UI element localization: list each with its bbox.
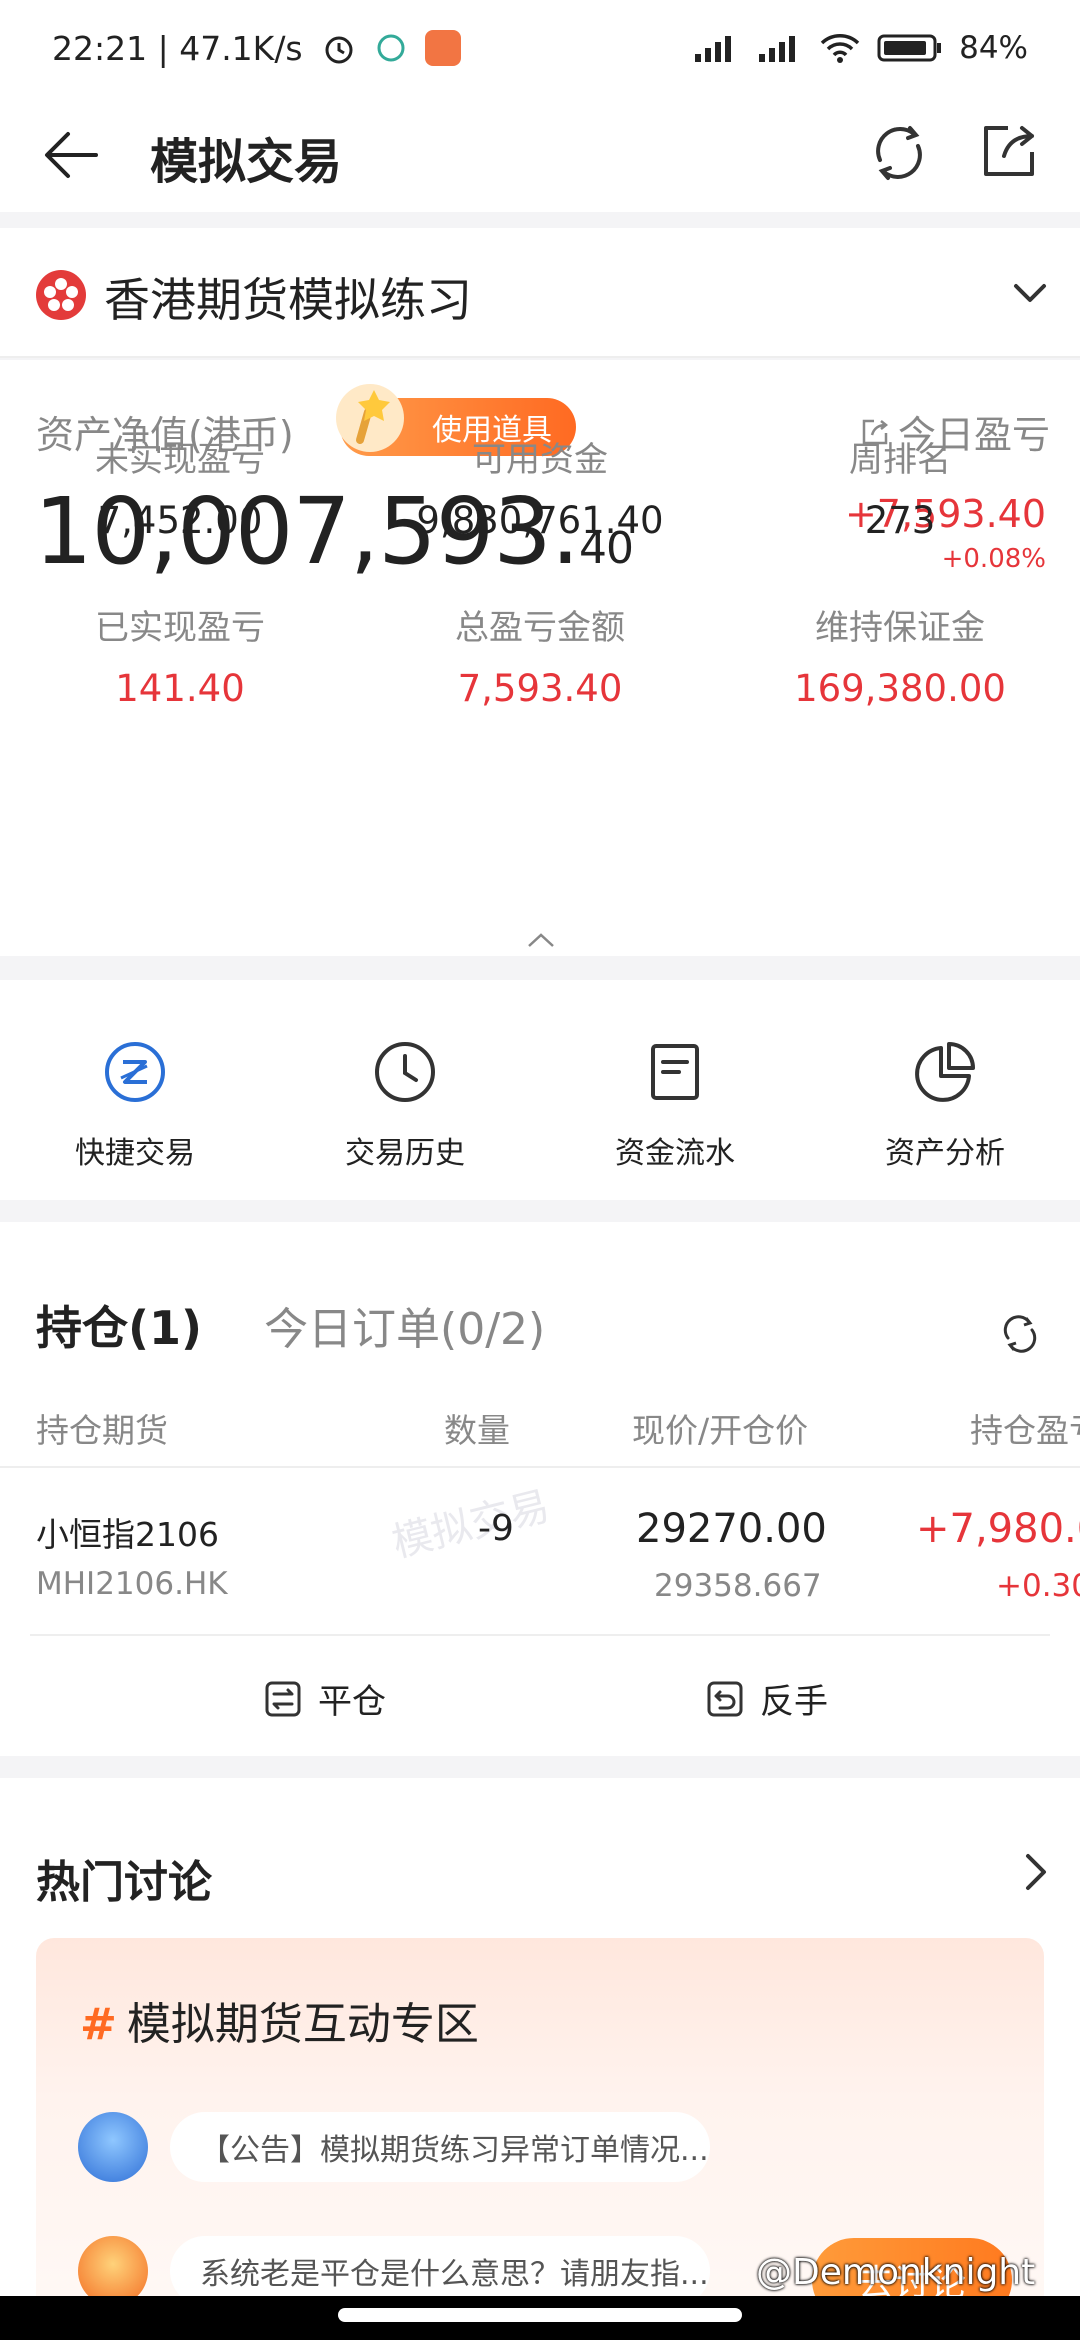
col-header-pnl: 持仓盈亏 <box>970 1411 1080 1450</box>
stat-value: 7,452.00 <box>97 499 263 542</box>
share-icon[interactable] <box>978 120 1040 182</box>
col-header-price: 现价/开仓价 <box>632 1411 809 1450</box>
weibo-watermark: @Demonknight <box>756 2252 1036 2293</box>
col-header-qty: 数量 <box>444 1411 510 1450</box>
alarm-icon <box>325 36 353 64</box>
stat-value: 273 <box>864 499 936 542</box>
account-selector[interactable]: 香港期货模拟练习 <box>0 228 1080 358</box>
hong-kong-flag-icon <box>36 270 86 320</box>
stat-value: 141.40 <box>115 667 245 710</box>
current-price: 29270.00 <box>636 1506 827 1552</box>
stat-weekly-rank-cell[interactable]: 周排名 273 <box>720 432 1080 542</box>
stat-value: 9,830,761.40 <box>416 499 664 542</box>
stat-available-funds-cell: 可用资金 9,830,761.40 <box>360 432 720 542</box>
positions-panel: 持仓(1) 今日订单(0/2) 持仓期货 数量 现价/开仓价 持仓盈亏 模拟交易… <box>0 1222 1080 1756</box>
stat-maintenance-margin-cell: 维持保证金 169,380.00 <box>720 600 1080 710</box>
stat-realized-pnl-cell: 已实现盈亏 141.40 <box>0 600 360 710</box>
position-pnl-percent: +0.30 <box>996 1568 1080 1604</box>
card-title-text: 模拟期货互动专区 <box>126 1999 479 2050</box>
stat-label: 已实现盈亏 <box>95 608 265 648</box>
card-title: # 模拟期货互动专区 <box>80 1988 479 2052</box>
fund-flow-button[interactable]: 资金流水 <box>540 1040 810 1172</box>
stat-total-pnl-cell: 总盈亏金额 7,593.40 <box>360 600 720 710</box>
close-position-button[interactable]: 平仓 <box>264 1674 386 1723</box>
asset-analysis-button[interactable]: 资产分析 <box>810 1040 1080 1172</box>
future-name: 小恒指2106 <box>36 1515 219 1554</box>
chevron-down-icon[interactable] <box>1010 272 1050 312</box>
status-time-speed: 22:21 | 47.1K/s <box>52 28 303 68</box>
refresh-icon[interactable] <box>1000 1314 1040 1354</box>
section-title: 热门讨论 <box>36 1857 212 1908</box>
hot-discussions: 热门讨论 # 模拟期货互动专区 【公告】模拟期货练习异常订单情况... 系统老是平… <box>0 1778 1080 2338</box>
reverse-position-button[interactable]: 反手 <box>706 1674 828 1723</box>
post-bubble[interactable]: 【公告】模拟期货练习异常订单情况... <box>170 2112 710 2182</box>
app-badge-icon <box>424 30 461 66</box>
today-pnl-percent: +0.08% <box>941 544 1046 574</box>
divider <box>30 1634 1050 1636</box>
tab-holdings[interactable]: 持仓(1) <box>36 1292 202 1358</box>
positions-tabs: 持仓(1) 今日订单(0/2) <box>36 1292 545 1358</box>
reverse-position-label: 反手 <box>760 1682 828 1722</box>
chevron-right-icon[interactable] <box>1020 1852 1054 1892</box>
status-bar: 22:21 | 47.1K/s 84% <box>0 0 1080 96</box>
pie-chart-icon <box>915 1042 975 1102</box>
col-header-future: 持仓期货 <box>36 1411 168 1450</box>
quick-action-label: 交易历史 <box>345 1136 465 1171</box>
stat-unrealized-pnl-cell: 未实现盈亏 7,452.00 <box>0 432 360 542</box>
stat-value: 169,380.00 <box>794 667 1006 710</box>
back-arrow-icon[interactable] <box>40 124 102 186</box>
quick-actions: 快捷交易 交易历史 资金流水 资产分析 <box>0 980 1080 1200</box>
battery-percent: 84% <box>959 30 1028 66</box>
signal-icon <box>695 36 732 62</box>
signal-icon-2 <box>759 36 796 62</box>
quick-action-label: 快捷交易 <box>75 1136 195 1171</box>
refresh-icon[interactable] <box>866 120 932 186</box>
collapse-caret-icon[interactable] <box>527 932 555 948</box>
reverse-icon <box>707 1681 743 1716</box>
position-pnl: +7,980.0 <box>916 1506 1080 1552</box>
swap-icon <box>265 1681 301 1716</box>
hash-icon: # <box>80 1999 117 2050</box>
tab-today-orders[interactable]: 今日订单(0/2) <box>264 1293 545 1357</box>
document-icon <box>651 1044 699 1100</box>
account-name: 香港期货模拟练习 <box>104 273 472 327</box>
position-qty: -9 <box>478 1508 514 1549</box>
watermark: 模拟交易 <box>387 1483 555 1567</box>
battery-icon <box>877 34 942 62</box>
wifi-icon <box>820 34 860 63</box>
top-nav: 模拟交易 <box>0 96 1080 212</box>
page-title: 模拟交易 <box>150 134 343 190</box>
avatar <box>78 2112 148 2182</box>
quick-action-label: 资金流水 <box>615 1136 735 1171</box>
open-price: 29358.667 <box>654 1568 822 1604</box>
stat-label: 维持保证金 <box>815 608 985 648</box>
notification-app-icon <box>377 34 405 62</box>
future-code: MHI2106.HK <box>36 1566 228 1602</box>
quick-trade-button[interactable]: 快捷交易 <box>0 1040 270 1172</box>
stat-label: 可用资金 <box>472 440 608 480</box>
close-position-label: 平仓 <box>318 1682 386 1722</box>
divider <box>0 1466 1080 1468</box>
home-indicator[interactable] <box>338 2308 742 2322</box>
trade-history-button[interactable]: 交易历史 <box>270 1040 540 1172</box>
quick-trade-icon <box>105 1042 165 1102</box>
stat-label: 未实现盈亏 <box>95 440 265 480</box>
clock-icon <box>375 1042 435 1102</box>
stat-label: 总盈亏金额 <box>455 608 625 648</box>
stat-label: 周排名 <box>849 440 951 480</box>
stat-value: 7,593.40 <box>457 667 623 710</box>
quick-action-label: 资产分析 <box>885 1136 1005 1171</box>
